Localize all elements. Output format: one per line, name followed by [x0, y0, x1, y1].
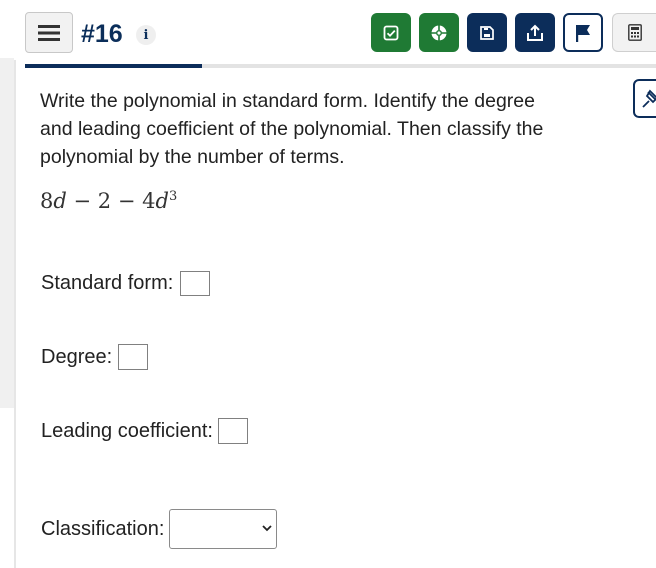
term-coefficient: 8	[40, 189, 54, 213]
flag-button[interactable]	[563, 13, 603, 52]
degree-label: Degree:	[41, 346, 113, 368]
operator: −	[111, 189, 143, 213]
hamburger-icon	[38, 24, 60, 41]
check-square-icon	[383, 25, 399, 40]
help-button[interactable]	[419, 13, 459, 52]
question-instructions: Write the polynomial in standard form. I…	[40, 90, 544, 168]
term-constant: 2	[97, 189, 112, 213]
pin-icon	[642, 89, 656, 108]
term-exponent: 3	[168, 189, 178, 204]
calculator-button[interactable]	[612, 13, 656, 52]
leading-coefficient-label: Leading coefficient:	[41, 420, 213, 442]
pin-button[interactable]	[633, 79, 656, 118]
sidebar-edge	[0, 58, 14, 408]
degree-input[interactable]	[118, 344, 148, 370]
info-icon[interactable]: i	[136, 25, 156, 45]
classification-label: Classification:	[41, 518, 165, 540]
chevron-down-icon	[262, 525, 272, 532]
save-button[interactable]	[467, 13, 507, 52]
term-coefficient: 4	[142, 189, 156, 213]
calculator-icon	[627, 24, 642, 41]
save-icon	[480, 25, 494, 40]
standard-form-input[interactable]	[180, 271, 210, 296]
submit-button[interactable]	[515, 13, 555, 52]
flag-icon	[576, 24, 590, 42]
operator: −	[66, 189, 98, 213]
progress-fill	[25, 64, 202, 68]
check-answer-button[interactable]	[371, 13, 411, 52]
leading-coefficient-input[interactable]	[218, 418, 248, 444]
content-divider	[14, 60, 16, 568]
lifebuoy-icon	[431, 25, 447, 40]
term-variable: d	[155, 189, 169, 213]
classification-select[interactable]	[169, 509, 277, 549]
term-variable: d	[53, 189, 67, 213]
menu-button[interactable]	[25, 12, 73, 53]
standard-form-label: Standard form:	[41, 272, 174, 294]
polynomial-expression: 8d − 2 − 4d3	[40, 189, 177, 213]
progress-bar	[25, 64, 656, 68]
question-number: #16	[81, 20, 123, 48]
upload-icon	[527, 24, 543, 41]
